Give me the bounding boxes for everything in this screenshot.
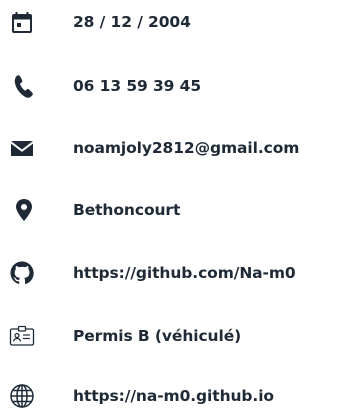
license-text: Permis B (véhiculé) [73,327,242,345]
birthdate-text: 28 / 12 / 2004 [73,13,191,31]
github-link[interactable]: https://github.com/Na-m0 [73,263,296,283]
mail-icon [8,134,36,162]
email-text[interactable]: noamjoly2812@gmail.com [73,138,299,158]
map-pin-icon [10,196,38,224]
globe-icon [8,382,36,410]
contact-row-license: Permis B (véhiculé) [0,316,357,356]
website-link[interactable]: https://na-m0.github.io [73,386,274,406]
contact-row-email[interactable]: noamjoly2812@gmail.com [0,128,357,168]
contact-row-birthdate: 28 / 12 / 2004 [0,2,357,42]
id-card-icon [8,322,36,350]
contact-row-website[interactable]: https://na-m0.github.io [0,376,357,416]
phone-text[interactable]: 06 13 59 39 45 [73,76,201,96]
github-icon [8,259,36,287]
contact-list: 28 / 12 / 2004 06 13 59 39 45 noamjoly28… [0,0,357,416]
contact-row-location: Bethoncourt [0,190,357,230]
contact-row-github[interactable]: https://github.com/Na-m0 [0,253,357,293]
location-text: Bethoncourt [73,201,181,219]
calendar-icon [8,8,36,36]
phone-icon [10,72,38,100]
contact-row-phone[interactable]: 06 13 59 39 45 [0,66,357,106]
